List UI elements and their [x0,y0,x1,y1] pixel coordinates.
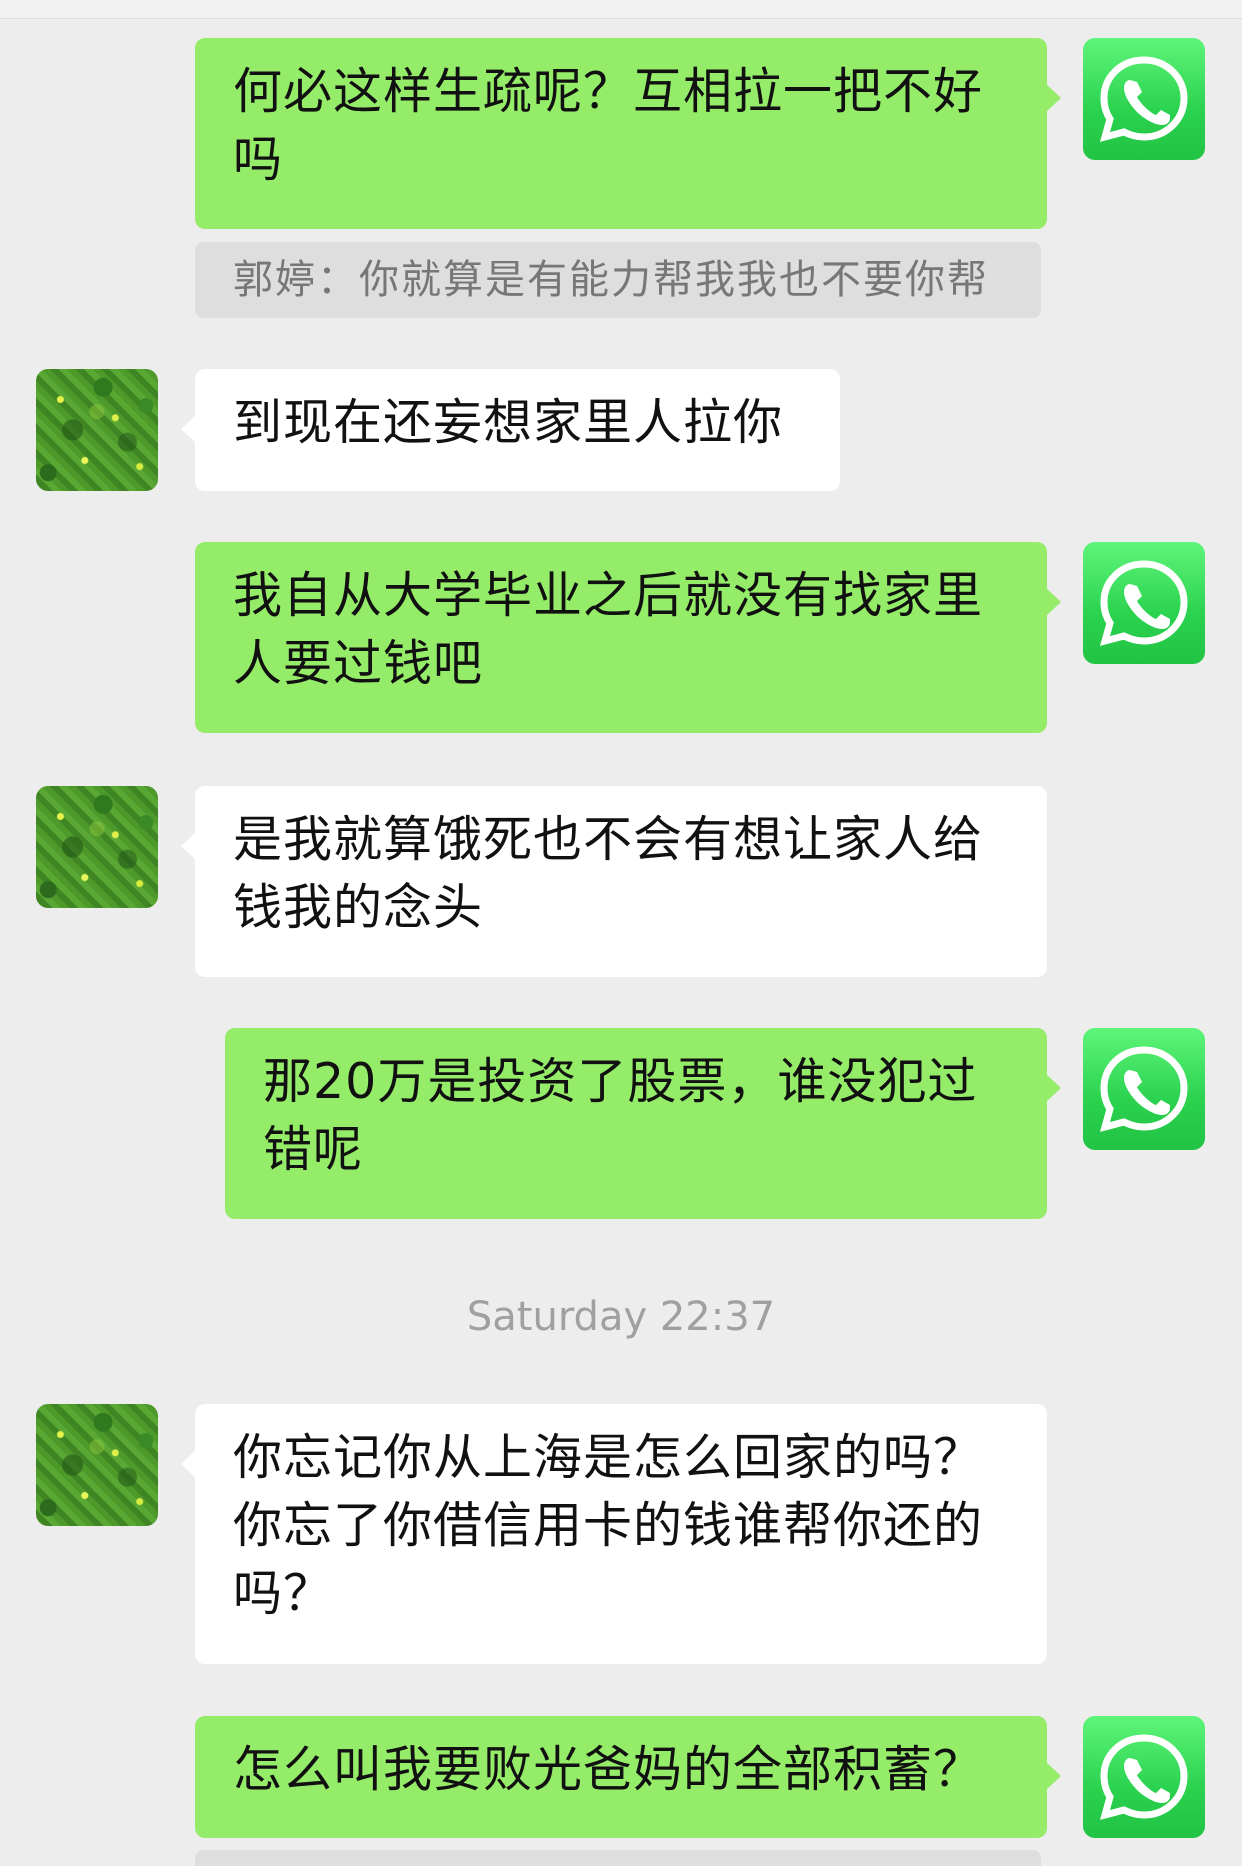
contact-avatar[interactable] [36,1404,158,1526]
top-separator [0,0,1242,19]
my-avatar[interactable] [1083,38,1205,160]
chat-timestamp: Saturday 22:37 [466,1294,776,1340]
message-bubble-received[interactable]: 你忘记你从上海是怎么回家的吗？你忘了你借信用卡的钱谁帮你还的吗？ [181,1404,1047,1664]
message-bubble-sent[interactable]: 我自从大学毕业之后就没有找家里人要过钱吧 [195,542,1061,733]
message-bubble-received[interactable]: 到现在还妄想家里人拉你 [181,369,840,491]
quoted-message-partial [195,1850,1041,1866]
whatsapp-logo-icon [1099,56,1188,142]
my-avatar[interactable] [1083,542,1205,664]
message-bubble-sent[interactable]: 何必这样生疏呢？互相拉一把不好吗 [195,38,1061,229]
my-avatar[interactable] [1083,1716,1205,1838]
whatsapp-logo-icon [1099,1734,1188,1820]
message-bubble-received[interactable]: 是我就算饿死也不会有想让家人给钱我的念头 [181,786,1047,977]
whatsapp-logo-icon [1099,1046,1188,1132]
contact-avatar[interactable] [36,786,158,908]
whatsapp-logo-icon [1099,560,1188,646]
message-bubble-sent[interactable]: 怎么叫我要败光爸妈的全部积蓄？ [195,1716,1061,1838]
quoted-message[interactable]: 郭婷：你就算是有能力帮我我也不要你帮 [195,242,1041,318]
contact-avatar[interactable] [36,369,158,491]
my-avatar[interactable] [1083,1028,1205,1150]
message-bubble-sent[interactable]: 那20万是投资了股票，谁没犯过错呢 [225,1028,1061,1219]
